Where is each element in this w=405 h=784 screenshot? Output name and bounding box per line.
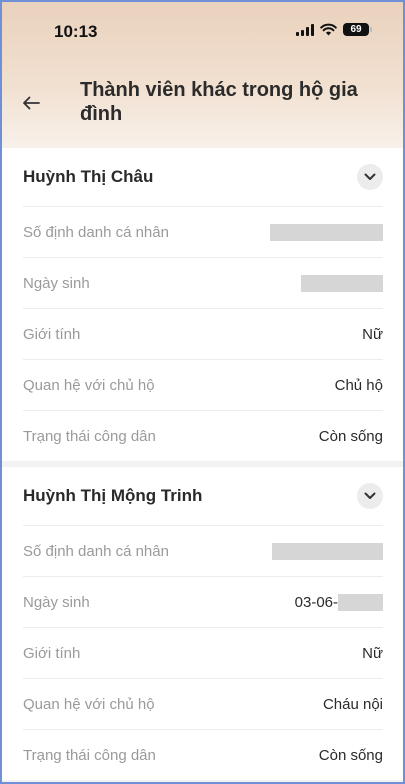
field-row-citizen-status: Trạng thái công dân Còn sống: [23, 410, 383, 461]
field-label: Giới tính: [23, 644, 81, 662]
field-label: Ngày sinh: [23, 274, 90, 292]
field-value: Chủ hộ: [334, 376, 383, 394]
field-value-redacted: [301, 274, 383, 292]
field-value: Nữ: [362, 644, 383, 662]
member-card: Huỳnh Thị Châu Số định danh cá nhân Ngày…: [2, 148, 403, 461]
field-row-citizen-status: Trạng thái công dân Còn sống: [23, 729, 383, 780]
chevron-down-icon[interactable]: [357, 483, 383, 509]
status-time: 10:13: [54, 22, 98, 41]
field-value-redacted: [270, 223, 383, 241]
field-value: Còn sống: [318, 746, 383, 764]
app-screen: 10:13 69 Thành viên khác trong hộ gia đì…: [0, 0, 405, 784]
field-label: Quan hệ với chủ hộ: [23, 376, 155, 394]
member-card-header[interactable]: Huỳnh Thị Châu: [2, 148, 403, 206]
field-label: Giới tính: [23, 325, 81, 343]
page-title: Thành viên khác trong hộ gia đình: [80, 79, 358, 125]
field-row-gender: Giới tính Nữ: [23, 308, 383, 359]
field-value-partial: 03-06-: [295, 593, 383, 611]
member-name: Huỳnh Thị Châu: [23, 167, 154, 186]
field-row-relationship: Quan hệ với chủ hộ Cháu nội: [23, 678, 383, 729]
field-row-birth-date: Ngày sinh 03-06-: [23, 576, 383, 627]
back-button[interactable]: [18, 90, 44, 116]
battery-icon: 69: [343, 23, 372, 36]
arrow-left-icon: [23, 96, 40, 110]
status-icons: 69: [296, 23, 372, 36]
field-label: Số định danh cá nhân: [23, 223, 169, 241]
field-value: Nữ: [362, 325, 383, 343]
field-value-redacted: [272, 542, 383, 560]
field-label: Trạng thái công dân: [23, 746, 156, 764]
signal-icon: [296, 23, 314, 36]
field-label: Quan hệ với chủ hộ: [23, 695, 155, 713]
field-label: Ngày sinh: [23, 593, 90, 611]
field-label: Trạng thái công dân: [23, 427, 156, 445]
chevron-down-icon[interactable]: [357, 164, 383, 190]
field-value: Còn sống: [318, 427, 383, 445]
field-row-birth-date: Ngày sinh: [23, 257, 383, 308]
field-row-id-number: Số định danh cá nhân: [23, 206, 383, 257]
wifi-icon: [320, 23, 337, 36]
field-value: Cháu nội: [322, 695, 383, 713]
member-name: Huỳnh Thị Mộng Trinh: [23, 486, 203, 505]
field-label: Số định danh cá nhân: [23, 542, 169, 560]
member-card: Huỳnh Thị Mộng Trinh Số định danh cá nhâ…: [2, 467, 403, 780]
field-row-gender: Giới tính Nữ: [23, 627, 383, 678]
field-row-relationship: Quan hệ với chủ hộ Chủ hộ: [23, 359, 383, 410]
member-card-header[interactable]: Huỳnh Thị Mộng Trinh: [2, 467, 403, 525]
header: 10:13 69 Thành viên khác trong hộ gia đì…: [2, 2, 403, 148]
field-row-id-number: Số định danh cá nhân: [23, 525, 383, 576]
